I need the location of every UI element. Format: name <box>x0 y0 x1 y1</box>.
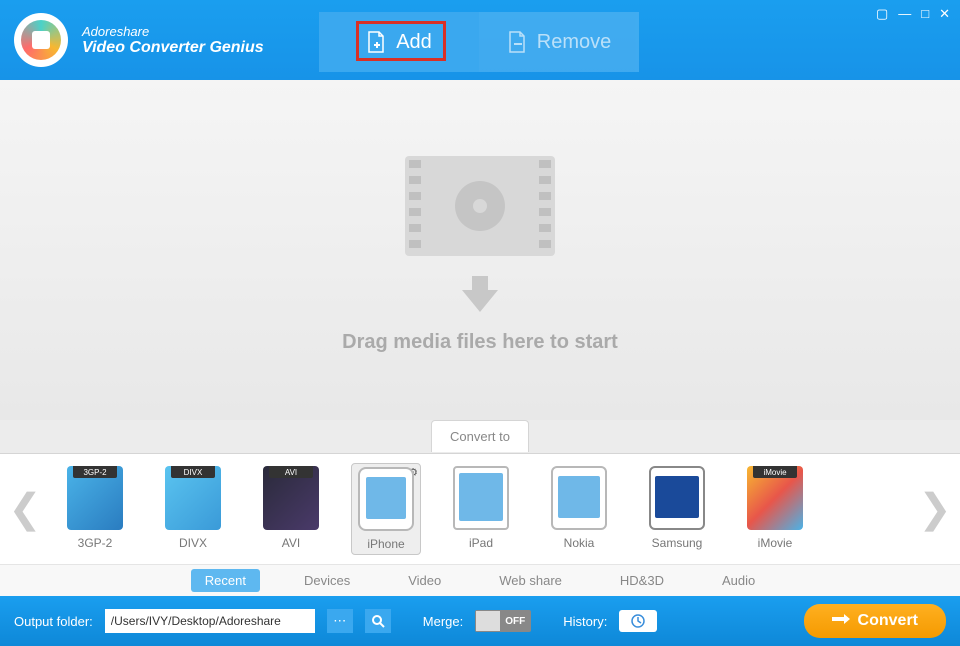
category-video[interactable]: Video <box>394 569 455 592</box>
category-audio[interactable]: Audio <box>708 569 769 592</box>
history-button[interactable] <box>619 610 657 632</box>
format-icon: iMovie <box>747 466 803 530</box>
format-name: Nokia <box>564 536 595 550</box>
format-name: iMovie <box>758 536 793 550</box>
merge-toggle[interactable]: OFF <box>475 610 531 632</box>
format-icon <box>358 467 414 531</box>
clock-icon <box>631 614 645 628</box>
remove-file-icon <box>507 31 527 53</box>
merge-state: OFF <box>505 616 525 627</box>
category-devices[interactable]: Devices <box>290 569 364 592</box>
format-name: Samsung <box>652 536 703 550</box>
format-name: iPhone <box>367 537 404 551</box>
category-web-share[interactable]: Web share <box>485 569 576 592</box>
chevron-left-icon[interactable]: ❮ <box>10 486 40 532</box>
format-icon <box>453 466 509 530</box>
format-3gp-2[interactable]: 3GP-2 3GP-2 <box>60 466 130 552</box>
category-recent[interactable]: Recent <box>191 569 260 592</box>
format-ipad[interactable]: iPad <box>446 466 516 552</box>
convert-icon <box>832 614 850 628</box>
add-label: Add <box>396 31 432 54</box>
format-name: DIVX <box>179 536 207 550</box>
format-name: 3GP-2 <box>78 536 113 550</box>
app-logo <box>14 13 68 67</box>
remove-button[interactable]: Remove <box>479 12 639 72</box>
format-badge: iMovie <box>753 466 797 478</box>
history-label: History: <box>563 614 607 629</box>
search-icon <box>371 614 385 628</box>
output-folder-input[interactable] <box>105 609 315 633</box>
maximize-icon[interactable]: □ <box>921 6 929 22</box>
convert-tab-row: Convert to <box>0 420 960 454</box>
open-folder-button[interactable] <box>365 609 391 633</box>
format-badge: AVI <box>269 466 313 478</box>
arrow-down-icon <box>460 276 500 317</box>
format-avi[interactable]: AVI AVI <box>256 466 326 552</box>
remove-label: Remove <box>537 31 611 54</box>
format-divx[interactable]: DIVX DIVX <box>158 466 228 552</box>
format-iphone[interactable]: ⚙iPhone <box>351 463 421 555</box>
filmstrip-icon <box>405 146 555 266</box>
convert-to-tab[interactable]: Convert to <box>431 420 529 452</box>
format-icon: AVI <box>263 466 319 530</box>
format-nokia[interactable]: Nokia <box>544 466 614 552</box>
add-button[interactable]: Add <box>319 12 479 72</box>
brand-name: Adoreshare <box>82 24 264 39</box>
format-badge: DIVX <box>171 466 215 478</box>
close-icon[interactable]: ✕ <box>939 6 950 22</box>
format-icon: 3GP-2 <box>67 466 123 530</box>
format-imovie[interactable]: iMovie iMovie <box>740 466 810 552</box>
format-icon <box>649 466 705 530</box>
window-controls: ▢ — □ ✕ <box>876 6 950 22</box>
convert-button[interactable]: Convert <box>804 604 946 638</box>
merge-label: Merge: <box>423 614 463 629</box>
add-file-icon <box>366 31 386 53</box>
footer-bar: Output folder: ⋯ Merge: OFF History: Con… <box>0 596 960 646</box>
output-folder-label: Output folder: <box>14 614 93 629</box>
convert-label: Convert <box>858 612 918 630</box>
title-bar: Adoreshare Video Converter Genius Add Re… <box>0 0 960 80</box>
drop-text: Drag media files here to start <box>342 331 618 354</box>
format-samsung[interactable]: Samsung <box>642 466 712 552</box>
format-name: AVI <box>282 536 300 550</box>
format-badge: 3GP-2 <box>73 466 117 478</box>
category-bar: Recent Devices Video Web share HD&3D Audio <box>0 564 960 596</box>
format-name: iPad <box>469 536 493 550</box>
feedback-icon[interactable]: ▢ <box>876 6 888 22</box>
chevron-right-icon[interactable]: ❯ <box>920 486 950 532</box>
format-strip: ❮ 3GP-2 3GP-2 DIVX DIVX AVI AVI ⚙iPhone iPad Nok… <box>0 454 960 564</box>
brand-text: Adoreshare Video Converter Genius <box>82 24 264 57</box>
format-icon: DIVX <box>165 466 221 530</box>
category-hd-3d[interactable]: HD&3D <box>606 569 678 592</box>
app-title: Video Converter Genius <box>82 39 264 57</box>
browse-button[interactable]: ⋯ <box>327 609 353 633</box>
drop-zone[interactable]: Drag media files here to start <box>0 80 960 420</box>
minimize-icon[interactable]: — <box>898 6 911 22</box>
format-icon <box>551 466 607 530</box>
